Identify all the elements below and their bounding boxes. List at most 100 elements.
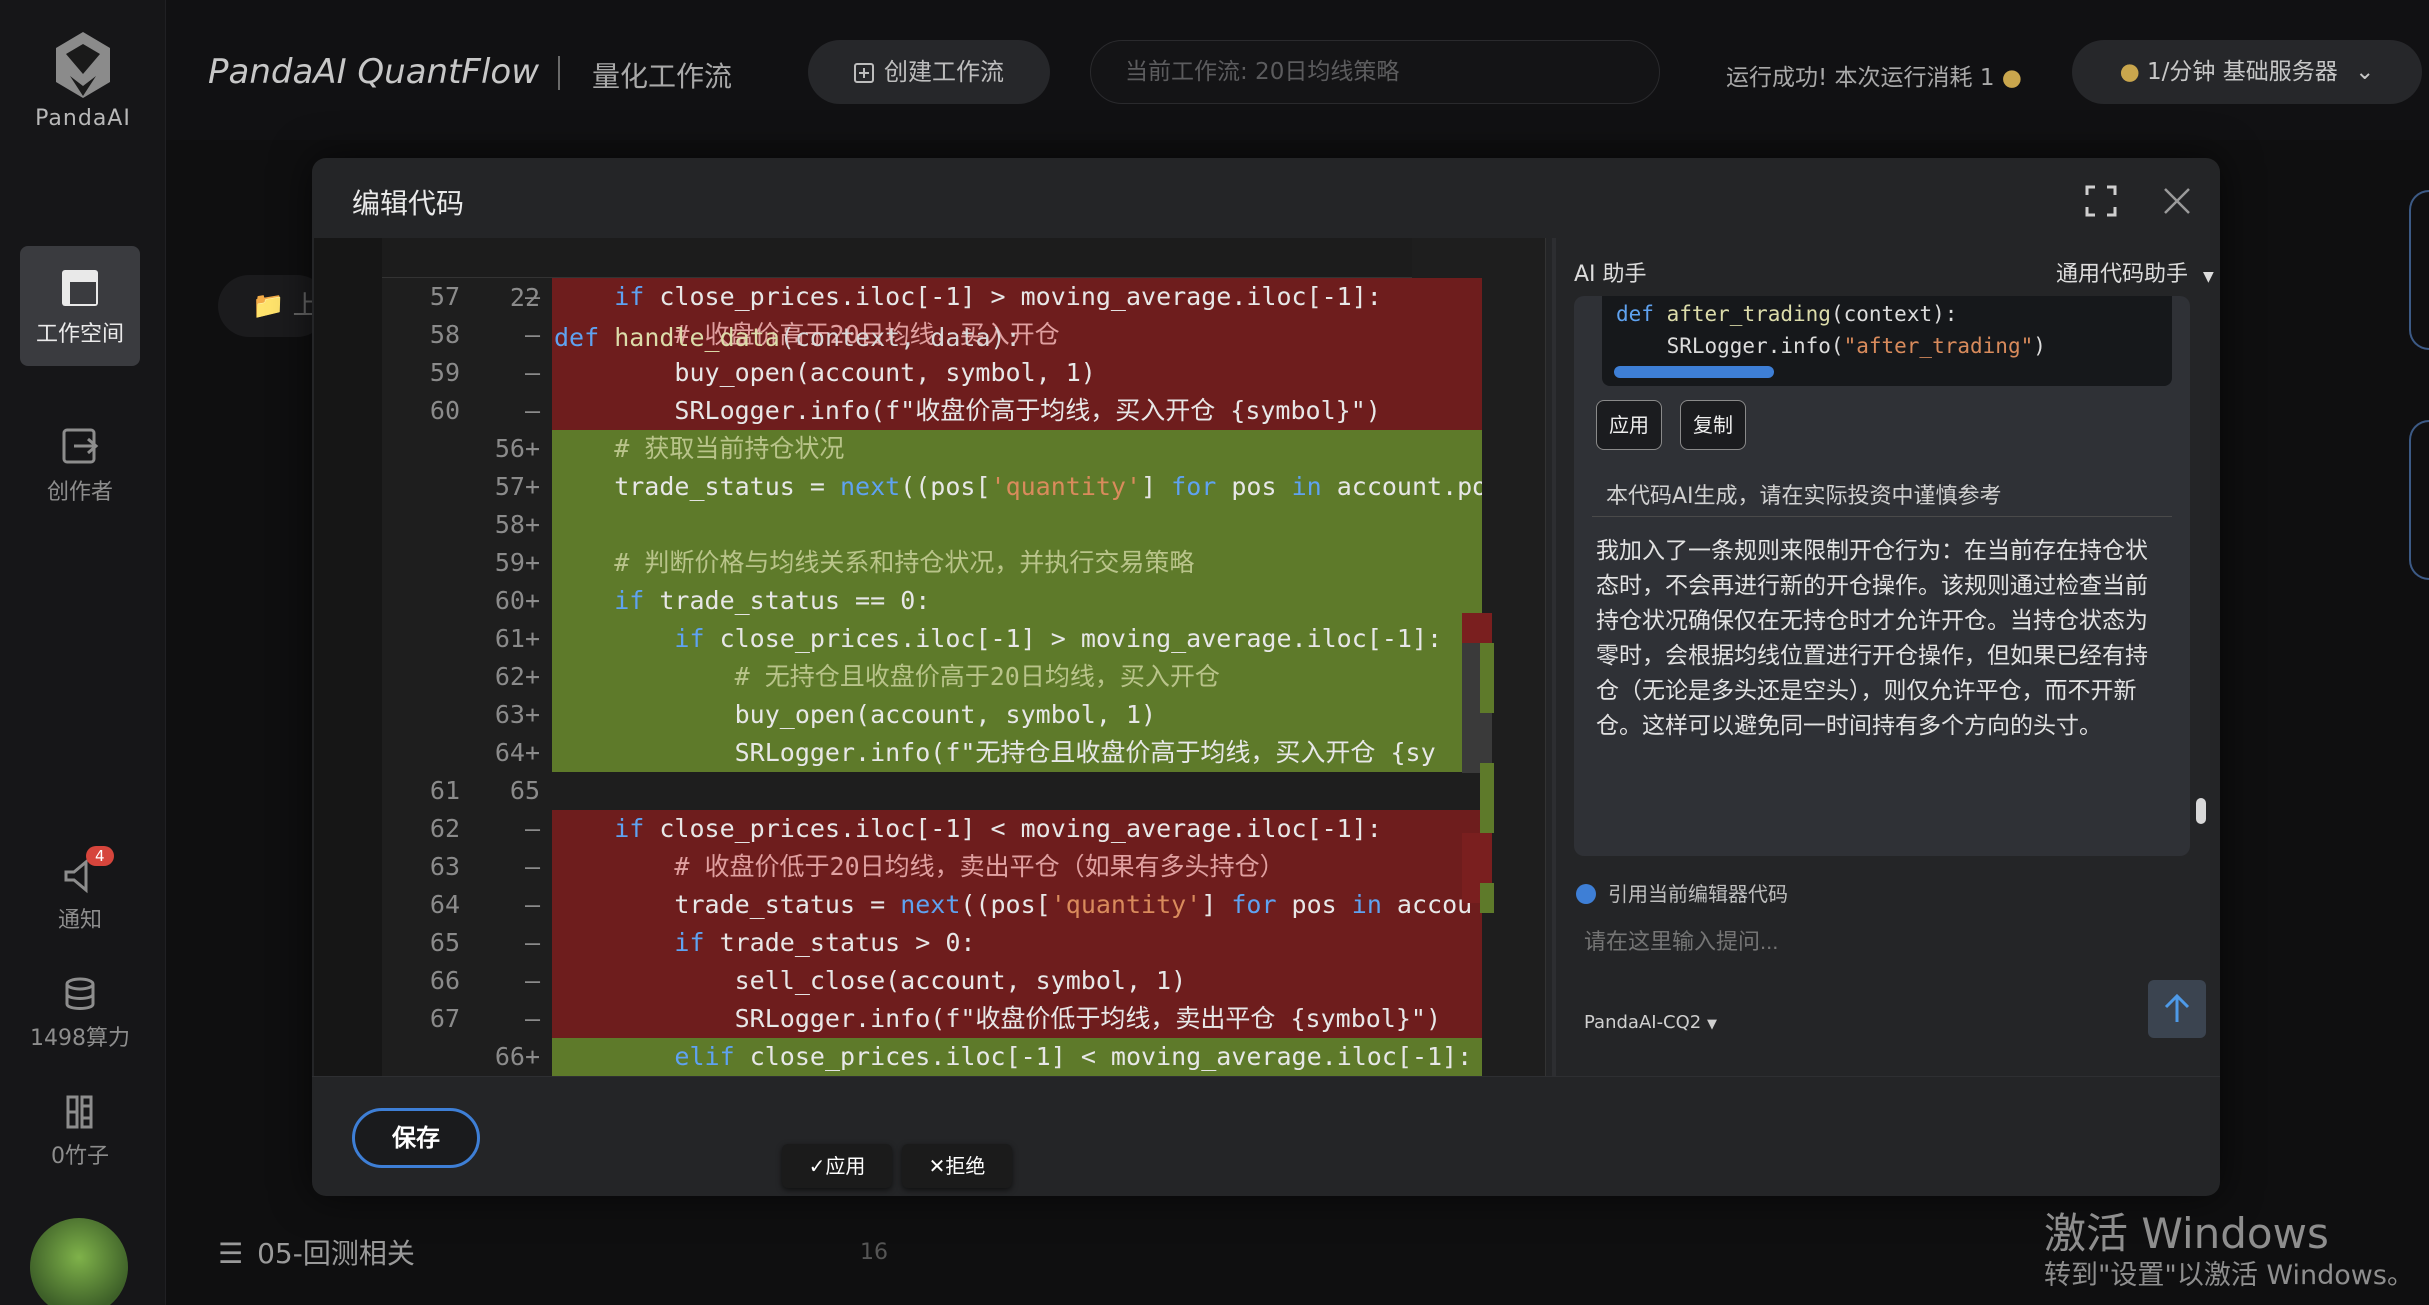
line-number-modified: — [524,1004,540,1033]
panda-logo-icon [56,32,110,98]
editor-scrollbar[interactable] [1545,238,1546,1076]
ai-panel-scrollbar[interactable] [2196,798,2206,824]
diff-apply-button[interactable]: ✓应用 [782,1144,892,1188]
line-number-modified: — [524,966,540,995]
code-text: buy_open(account, symbol, 1) [552,354,1482,392]
minimap[interactable] [1462,613,1494,913]
reference-editor-toggle[interactable]: 引用当前编辑器代码 [1576,878,1788,907]
line-number-original: 64 [429,890,460,919]
code-line[interactable]: 59— buy_open(account, symbol, 1) [382,354,1494,392]
sidebar-item-notify[interactable]: 4 通知 [20,846,140,934]
code-line[interactable]: 63+ buy_open(account, symbol, 1) [382,696,1494,734]
side-node-edge [2409,420,2429,580]
ai-assistant-panel: AI 助手 通用代码助手 ▼ def after_trading(context… [1552,238,2220,1076]
side-node-edge [2409,190,2429,350]
sidebar-item-label: 通知 [57,908,102,933]
run-status: 运行成功! 本次运行消耗 1 ● [1726,58,2022,92]
model-label: PandaAI-CQ2 [1584,1012,1702,1033]
editor-gutter [314,238,382,1076]
avatar[interactable] [30,1218,128,1305]
code-editor[interactable]: 5657— if close_prices.iloc[-1] > moving_… [314,238,1546,1076]
logo[interactable]: PandaAI [0,30,166,131]
top-bar: PandaAI QuantFlow 量化工作流 创建工作流 当前工作流: 20日… [166,0,2429,140]
send-button[interactable] [2148,980,2206,1038]
code-line[interactable]: 59+ # 判断价格与均线关系和持仓状况，并执行交易策略 [382,544,1494,582]
server-selector[interactable]: ● 1/分钟 基础服务器 ⌄ [2072,40,2422,104]
line-number-modified: — [524,320,540,349]
activation-watermark-title: 激活 Windows [2044,1209,2329,1258]
code-text: # 判断价格与均线关系和持仓状况，并执行交易策略 [552,544,1482,582]
code-text [552,506,1482,544]
code-line[interactable]: 65 — if trade_status > 0: [382,924,1494,962]
model-selector[interactable]: PandaAI-CQ2 ▼ [1584,1012,1717,1033]
sidebar-item-creator[interactable]: 创作者 [20,426,140,506]
line-number-original: 61 [429,776,460,805]
code-text: sell_close(account, symbol, 1) [552,962,1482,1000]
activation-watermark-subtitle: 转到"设置"以激活 Windows。 [2044,1260,2414,1291]
line-number-original: 65 [429,928,460,957]
layers-icon: ☰ [218,1237,244,1270]
code-text: SRLogger.info(f"收盘价低于均线，卖出平仓 {symbol}") [552,1000,1482,1038]
code-line[interactable]: 64+ SRLogger.info(f"无持仓且收盘价高于均线，买入开仓 {sy [382,734,1494,772]
arrow-up-icon [2164,993,2190,1022]
code-line[interactable]: 64 — trade_status = next((pos['quantity']… [382,886,1494,924]
line-number-modified: — [524,928,540,957]
line-number-original: 67 [429,1004,460,1033]
code-text: SRLogger.info(f"无持仓且收盘价高于均线，买入开仓 {sy [552,734,1482,772]
code-line[interactable]: 66+ elif close_prices.iloc[-1] < moving_… [382,1038,1494,1076]
ai-apply-button[interactable]: 应用 [1596,400,1662,450]
code-line[interactable]: 57+ trade_status = next((pos['quantity']… [382,468,1494,506]
ai-mode-dropdown[interactable]: 通用代码助手 ▼ [2056,256,2214,288]
code-line[interactable]: 58+ [382,506,1494,544]
code-text: if close_prices.iloc[-1] > moving_averag… [552,278,1482,316]
title-divider [558,56,560,90]
caret-down-icon: ▼ [2203,269,2214,285]
create-workflow-button[interactable]: 创建工作流 [808,40,1050,104]
ai-reply-text: 我加入了一条规则来限制开仓行为：在当前存在持仓状态时，不会再进行新的开仓操作。该… [1596,538,2148,739]
code-line[interactable]: 60— SRLogger.info(f"收盘价高于均线，买入开仓 {symbol… [382,392,1494,430]
code-snippet-scrollbar[interactable] [1614,366,1774,378]
line-number-modified: 57+ [494,472,540,501]
divider [1592,516,2172,517]
line-number-modified: — [524,890,540,919]
sticky-line-text: def handle_data(context, data): [554,323,1021,352]
line-number-modified: — [524,358,540,387]
prompt-input[interactable] [1576,922,2136,962]
code-line[interactable]: 57— if close_prices.iloc[-1] > moving_av… [382,278,1494,316]
line-number-modified: 65 [509,776,540,805]
sidebar-item-label: 创作者 [46,480,113,505]
line-number-original: 63 [429,852,460,881]
sidebar-item-compute[interactable]: 1498算力 [20,976,140,1052]
current-workflow-field[interactable]: 当前工作流: 20日均线策略 [1090,40,1660,104]
divider [312,1076,2220,1077]
sidebar-item-bamboo[interactable]: 0竹子 [20,1094,140,1170]
close-icon[interactable] [2160,184,2194,218]
save-button[interactable]: 保存 [352,1108,480,1168]
code-line[interactable]: 62 — if close_prices.iloc[-1] < moving_av… [382,810,1494,848]
sidebar-item-label: 0竹子 [51,1144,109,1169]
ai-mode-label: 通用代码助手 [2056,262,2189,287]
sticky-scroll-header: 22 def handle_data(context, data): [382,238,1412,352]
code-line[interactable]: 63 — # 收盘价低于20日均线，卖出平仓（如果有多头持仓） [382,848,1494,886]
sidebar-item-workspace[interactable]: 工作空间 [20,246,140,366]
code-line[interactable]: 60+ if trade_status == 0: [382,582,1494,620]
code-line[interactable]: 61+ if close_prices.iloc[-1] > moving_av… [382,620,1494,658]
line-number-modified: 56+ [494,434,540,463]
code-line[interactable]: 66 — sell_close(account, symbol, 1) [382,962,1494,1000]
code-text: if trade_status == 0: [552,582,1482,620]
code-text: buy_open(account, symbol, 1) [552,696,1482,734]
ai-copy-button[interactable]: 复制 [1680,400,1746,450]
list-item[interactable]: ☰ 05-回测相关 [218,1232,415,1272]
code-lines: 5657— if close_prices.iloc[-1] > moving_… [382,238,1546,1076]
list-item-label: 05-回测相关 [257,1237,415,1270]
code-line[interactable]: 67 — SRLogger.info(f"收盘价低于均线，卖出平仓 {symbol… [382,1000,1494,1038]
reference-label: 引用当前编辑器代码 [1608,882,1788,906]
check-icon [1576,884,1596,904]
diff-reject-button[interactable]: ✕拒绝 [902,1144,1012,1188]
line-number-modified: 61+ [494,624,540,653]
code-line[interactable]: 62+ # 无持仓且收盘价高于20日均线，买入开仓 [382,658,1494,696]
code-line[interactable]: 61 65 [382,772,1494,810]
fullscreen-icon[interactable] [2084,184,2118,218]
plus-box-icon [854,63,874,83]
code-line[interactable]: 56+ # 获取当前持仓状况 [382,430,1494,468]
